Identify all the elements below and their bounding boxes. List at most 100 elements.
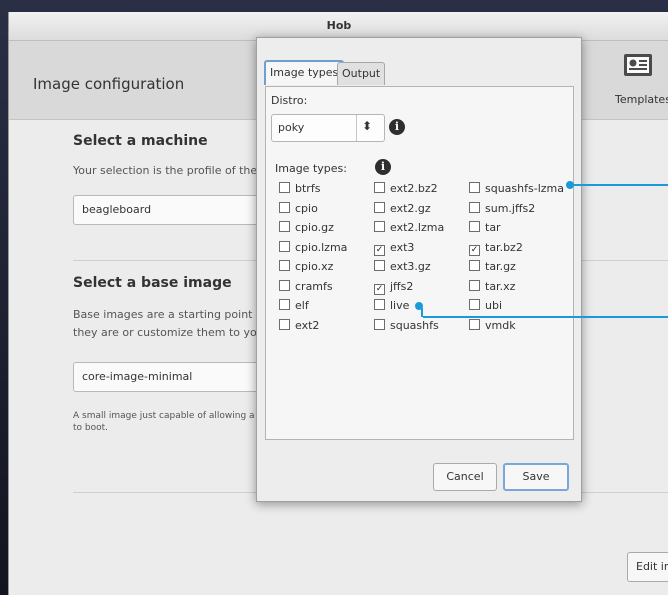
base-image-section-title: Select a base image: [73, 275, 232, 291]
checkbox-checked-icon[interactable]: ✓: [374, 244, 385, 256]
base-image-combo-value: core-image-minimal: [82, 370, 193, 383]
machine-section-title: Select a machine: [73, 133, 208, 149]
machine-combo-value: beagleboard: [82, 203, 152, 216]
machine-combo[interactable]: beagleboard: [73, 195, 261, 225]
updown-arrows-icon: ⬍: [362, 119, 373, 133]
checkbox-unchecked-icon[interactable]: [374, 260, 385, 271]
checkbox-unchecked-icon[interactable]: [374, 318, 385, 330]
image-type-label: tar.gz: [485, 260, 516, 273]
base-image-note-2: to boot.: [73, 423, 109, 433]
callout-line-live: [423, 316, 668, 318]
checkbox-checked-icon[interactable]: ✓: [469, 244, 480, 256]
checkbox-unchecked-icon[interactable]: [374, 299, 385, 310]
image-type-checkbox[interactable]: ext2.bz2: [374, 181, 438, 197]
image-type-label: tar: [485, 221, 501, 234]
callout-line-squashfs: [574, 184, 668, 186]
image-type-checkbox[interactable]: ✓ tar.bz2: [469, 240, 523, 256]
image-type-checkbox[interactable]: ✓ ext3: [374, 240, 414, 256]
image-type-label: live: [390, 299, 410, 312]
image-types-info-icon[interactable]: i: [375, 159, 391, 175]
image-type-checkbox[interactable]: tar: [469, 220, 501, 236]
image-type-checkbox[interactable]: live: [374, 298, 409, 314]
checkbox-unchecked-icon[interactable]: [279, 279, 290, 291]
checkbox-unchecked-icon[interactable]: [469, 299, 480, 310]
image-type-checkbox[interactable]: cpio.gz: [279, 220, 334, 236]
image-type-label: jffs2: [390, 279, 414, 293]
checkbox-unchecked-icon[interactable]: [279, 201, 290, 213]
edit-image-button[interactable]: Edit im: [627, 552, 668, 582]
image-type-checkbox[interactable]: sum.jffs2: [469, 201, 535, 217]
image-type-label: ext2.gz: [390, 201, 431, 215]
distro-info-icon[interactable]: i: [389, 119, 405, 135]
image-type-label: tar.bz2: [485, 240, 523, 254]
image-type-checkbox[interactable]: tar.gz: [469, 259, 516, 275]
base-image-description-1: Base images are a starting point for: [73, 308, 272, 321]
checkbox-unchecked-icon[interactable]: [374, 221, 385, 232]
image-type-label: cpio: [295, 201, 318, 215]
image-type-label: ubi: [485, 299, 503, 312]
image-type-label: ext2.lzma: [390, 221, 445, 234]
distro-combo[interactable]: poky ⬍: [271, 114, 385, 142]
base-image-description-2: they are or customize them to your: [73, 326, 269, 339]
image-type-checkbox[interactable]: tar.xz: [469, 279, 515, 295]
checkbox-checked-icon[interactable]: ✓: [374, 283, 385, 295]
callout-line-live-drop: [421, 308, 423, 317]
image-type-checkbox[interactable]: cpio.xz: [279, 259, 333, 275]
checkbox-unchecked-icon[interactable]: [279, 221, 290, 232]
image-type-label: elf: [295, 299, 309, 312]
image-type-checkbox[interactable]: vmdk: [469, 318, 516, 334]
save-button[interactable]: Save: [503, 463, 569, 491]
checkbox-unchecked-icon[interactable]: [279, 182, 290, 193]
image-type-label: ext3.gz: [390, 260, 431, 273]
image-type-label: squashfs-lzma: [485, 182, 564, 195]
image-type-checkbox[interactable]: squashfs: [374, 318, 439, 334]
image-type-label: squashfs: [390, 318, 439, 332]
templates-button[interactable]: Templates: [605, 47, 668, 115]
image-type-checkbox[interactable]: ext2.gz: [374, 201, 431, 217]
checkbox-unchecked-icon[interactable]: [469, 260, 480, 271]
image-type-checkbox[interactable]: ext2.lzma: [374, 220, 444, 236]
base-image-combo[interactable]: core-image-minimal: [73, 362, 261, 392]
image-settings-dialog: Image types Output Distro: poky ⬍ i Imag…: [256, 37, 582, 502]
cancel-button[interactable]: Cancel: [433, 463, 497, 491]
checkbox-unchecked-icon[interactable]: [279, 299, 290, 310]
image-type-label: btrfs: [295, 182, 321, 195]
templates-icon: [624, 54, 652, 76]
image-type-checkbox[interactable]: ext3.gz: [374, 259, 431, 275]
image-type-label: tar.xz: [485, 279, 516, 293]
checkbox-unchecked-icon[interactable]: [279, 318, 290, 330]
image-type-label: cpio.gz: [295, 221, 334, 234]
page-title: Image configuration: [33, 75, 185, 93]
tab-output[interactable]: Output: [337, 62, 386, 85]
image-type-checkbox[interactable]: ✓ jffs2: [374, 279, 413, 295]
callout-dot-squashfs: [566, 181, 574, 189]
checkbox-unchecked-icon[interactable]: [469, 201, 480, 213]
image-type-label: cpio.lzma: [295, 240, 348, 254]
tab-image-types[interactable]: Image types: [264, 60, 345, 85]
image-type-checkbox[interactable]: cpio.lzma: [279, 240, 347, 256]
checkbox-unchecked-icon[interactable]: [374, 182, 385, 193]
distro-value: poky: [278, 121, 305, 134]
image-type-label: ext2.bz2: [390, 182, 438, 195]
image-type-checkbox[interactable]: elf: [279, 298, 309, 314]
machine-description: Your selection is the profile of the t: [73, 164, 265, 177]
image-type-label: cramfs: [295, 279, 333, 293]
image-type-checkbox[interactable]: ext2: [279, 318, 319, 334]
checkbox-unchecked-icon[interactable]: [469, 318, 480, 330]
image-type-checkbox[interactable]: squashfs-lzma: [469, 181, 564, 197]
image-type-label: ext3: [390, 240, 415, 254]
image-type-label: sum.jffs2: [485, 201, 536, 215]
image-type-checkbox[interactable]: btrfs: [279, 181, 320, 197]
checkbox-unchecked-icon[interactable]: [469, 221, 480, 232]
checkbox-unchecked-icon[interactable]: [469, 279, 480, 291]
checkbox-unchecked-icon[interactable]: [374, 201, 385, 213]
checkbox-unchecked-icon[interactable]: [279, 260, 290, 271]
image-type-checkbox[interactable]: cpio: [279, 201, 318, 217]
image-type-label: cpio.xz: [295, 260, 334, 273]
image-type-checkbox[interactable]: cramfs: [279, 279, 333, 295]
image-types-label: Image types:: [275, 162, 347, 175]
image-type-checkbox[interactable]: ubi: [469, 298, 502, 314]
checkbox-unchecked-icon[interactable]: [279, 240, 290, 252]
checkbox-unchecked-icon[interactable]: [469, 182, 480, 193]
templates-label: Templates: [615, 93, 668, 106]
